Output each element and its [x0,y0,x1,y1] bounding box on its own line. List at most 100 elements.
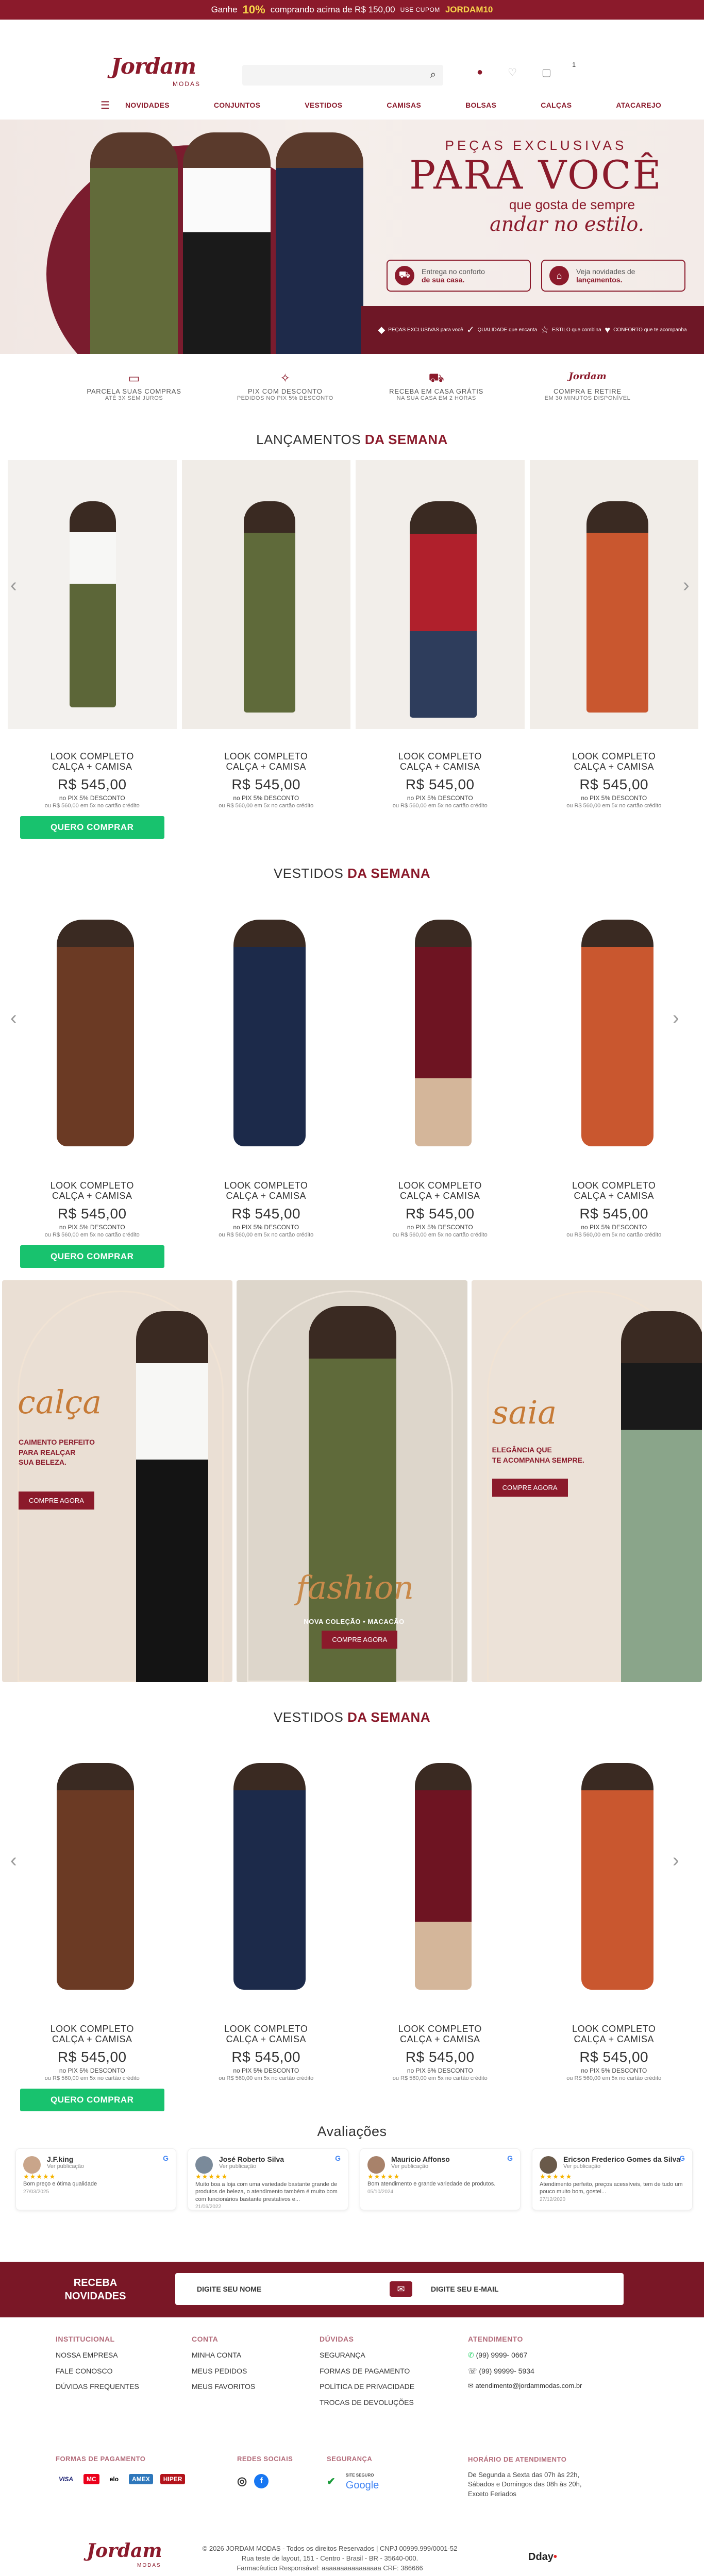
nav-item-vestidos[interactable]: VESTIDOS [305,101,342,109]
banner-saia[interactable]: saia ELEGÂNCIA QUE TE ACOMPANHA SEMPRE. C… [471,1280,702,1682]
model-figure [233,1763,306,1990]
heart-icon[interactable]: ♡ [508,66,517,79]
user-icon[interactable]: ● [477,66,483,78]
search-input[interactable]: ⌕ [242,65,443,86]
footer-phone-2[interactable]: ☏ (99) 99999- 5934 [468,2363,582,2379]
buy-button[interactable]: QUERO COMPRAR [20,816,164,839]
footer-link[interactable]: SEGURANÇA [320,2347,414,2363]
carousel-prev-icon[interactable]: ‹ [10,1850,17,1872]
product-card[interactable]: LOOK COMPLETO CALÇA + CAMISA R$ 545,00 no… [181,460,350,839]
banner-calca[interactable]: calça CAIMENTO PERFEITO PARA REALÇAR SUA B… [2,1280,233,1682]
nav-item-conjuntos[interactable]: CONJUNTOS [214,101,260,109]
banner-model [309,1306,397,1682]
promo-coupon-label: USE CUPOM [400,6,440,13]
banner-desc-line: PARA REALÇAR [19,1448,76,1456]
review-card[interactable]: G Mauricio Affonso Ver publicação ★★★★★ … [360,2148,521,2210]
footer-link[interactable]: MINHA CONTA [192,2347,255,2363]
developer-logo[interactable]: Dday• [528,2551,557,2563]
site-logo[interactable]: Jordam MODAS [111,54,214,100]
footer-link[interactable]: TROCAS DE DEVOLUÇÕES [320,2395,414,2411]
banner-cta-button[interactable]: COMPRE AGORA [322,1631,398,1649]
footer-heading: ATENDIMENTO [468,2335,523,2343]
product-card[interactable]: LOOK COMPLETO CALÇA + CAMISA R$ 545,00 no… [356,904,525,1268]
product-image[interactable] [181,460,350,729]
review-link[interactable]: Ver publicação [219,2163,341,2170]
section-title-reviews: Avaliações [317,2124,387,2139]
product-image[interactable] [529,460,698,729]
product-card[interactable]: LOOK COMPLETO CALÇA + CAMISA R$ 545,00 no… [529,904,698,1268]
hero-box-launches[interactable]: ⌂ Veja novidades de lançamentos. [541,260,685,292]
carousel-next-icon[interactable]: › [673,1007,679,1029]
review-card[interactable]: G J.F.king Ver publicação ★★★★★ Bom preç… [15,2148,176,2210]
product-card[interactable]: LOOK COMPLETO CALÇA + CAMISA R$ 545,00 no… [181,1748,350,2111]
product-image[interactable] [529,1748,698,2016]
footer-link[interactable]: MEUS FAVORITOS [192,2379,255,2395]
review-card[interactable]: G José Roberto Silva Ver publicação ★★★★… [188,2148,348,2210]
product-image[interactable] [356,904,525,1173]
review-card[interactable]: G Ericson Frederico Gomes da Silva Ver p… [532,2148,693,2210]
carousel-prev-icon[interactable]: ‹ [10,574,17,597]
search-icon[interactable]: ⌕ [430,69,436,81]
nav-item-camisas[interactable]: CAMISAS [387,101,421,109]
product-image[interactable] [356,1748,525,2016]
footer-link[interactable]: POLÍTICA DE PRIVACIDADE [320,2379,414,2395]
banner-cta-button[interactable]: COMPRE AGORA [19,1492,94,1510]
banner-cta-button[interactable]: COMPRE AGORA [492,1479,568,1497]
mail-icon[interactable]: ✉ [390,2281,412,2297]
product-price: R$ 545,00 [579,2048,649,2065]
product-image[interactable] [356,460,525,729]
product-image[interactable] [181,1748,350,2016]
nav-item-bolsas[interactable]: BOLSAS [465,101,496,109]
nav-item-novidades[interactable]: NOVIDADES [125,101,170,109]
review-link[interactable]: Ver publicação [563,2163,685,2170]
footer-link[interactable]: MEUS PEDIDOS [192,2363,255,2379]
footer-link[interactable]: FALE CONOSCO [56,2363,139,2379]
footer-logo-sub: MODAS [137,2563,161,2568]
nav-item-atacarejo[interactable]: ATACAREJO [616,101,661,109]
product-card[interactable]: LOOK COMPLETO CALÇA + CAMISA R$ 545,00 no… [356,1748,525,2111]
product-image[interactable] [8,1748,177,2016]
menu-icon[interactable]: ☰ [100,99,110,112]
product-title: LOOK COMPLETO [224,2024,308,2034]
carousel-next-icon[interactable]: › [673,1850,679,1872]
product-image[interactable] [181,904,350,1173]
footer-email[interactable]: ✉ atendimento@jordammodas.com.br [468,2379,582,2394]
banner-fashion[interactable]: fashion NOVA COLEÇÃO • MACACÃO COMPRE AG… [237,1280,467,1682]
facebook-icon[interactable]: f [254,2474,269,2488]
review-link[interactable]: Ver publicação [391,2163,513,2170]
footer-link[interactable]: NOSSA EMPRESA [56,2347,139,2363]
band-item: ☆ ESTILO que combina [541,325,601,335]
review-link[interactable]: Ver publicação [47,2163,169,2170]
buy-button[interactable]: QUERO COMPRAR [20,2088,164,2111]
footer-link[interactable]: FORMAS DE PAGAMENTO [320,2363,414,2379]
product-card[interactable]: LOOK COMPLETO CALÇA + CAMISA R$ 545,00 no… [8,904,177,1268]
carousel-prev-icon[interactable]: ‹ [10,1007,17,1029]
product-subtitle: CALÇA + CAMISA [52,1190,132,1201]
footer-link[interactable]: DÚVIDAS FREQUENTES [56,2379,139,2395]
promo-bar[interactable]: Ganhe 10% comprando acima de R$ 150,00 U… [0,0,704,20]
buy-button[interactable]: QUERO COMPRAR [20,1245,164,1268]
product-card[interactable]: LOOK COMPLETO CALÇA + CAMISA R$ 545,00 no… [529,460,698,839]
gem-icon: ◆ [378,325,385,335]
carousel-next-icon[interactable]: › [683,574,690,597]
product-card[interactable]: LOOK COMPLETO CALÇA + CAMISA R$ 545,00 no… [181,904,350,1268]
cart-icon[interactable]: ▢ [542,66,551,79]
product-image[interactable] [529,904,698,1173]
newsletter-email-input[interactable]: DIGITE SEU E-MAIL [431,2285,624,2293]
instagram-icon[interactable]: ◎ [237,2475,247,2488]
hero-box-delivery[interactable]: ⛟ Entrega no conforto de sua casa. [387,260,531,292]
product-subtitle: CALÇA + CAMISA [399,2033,480,2044]
dot-icon: • [553,2551,557,2563]
hero-feature-band: ◆ PEÇAS EXCLUSIVAS para você ✓ QUALIDADE q… [361,306,704,354]
product-image[interactable] [8,904,177,1173]
newsletter-name-input[interactable]: DIGITE SEU NOME [175,2285,390,2293]
product-card[interactable]: LOOK COMPLETO CALÇA + CAMISA R$ 545,00 no… [8,1748,177,2111]
product-image[interactable] [8,460,177,729]
product-card[interactable]: LOOK COMPLETO CALÇA + CAMISA R$ 545,00 no… [8,460,177,839]
footer-logo[interactable]: Jordam MODAS [87,2540,190,2571]
nav-item-calcas[interactable]: CALÇAS [541,101,572,109]
product-card[interactable]: LOOK COMPLETO CALÇA + CAMISA R$ 545,00 no… [529,1748,698,2111]
product-card[interactable]: LOOK COMPLETO CALÇA + CAMISA R$ 545,00 no… [356,460,525,839]
hero-banner[interactable]: PEÇAS EXCLUSIVAS PARA VOCÊ que gosta de … [0,120,704,354]
footer-phone-1[interactable]: ✆ (99) 9999- 0667 [468,2347,582,2363]
